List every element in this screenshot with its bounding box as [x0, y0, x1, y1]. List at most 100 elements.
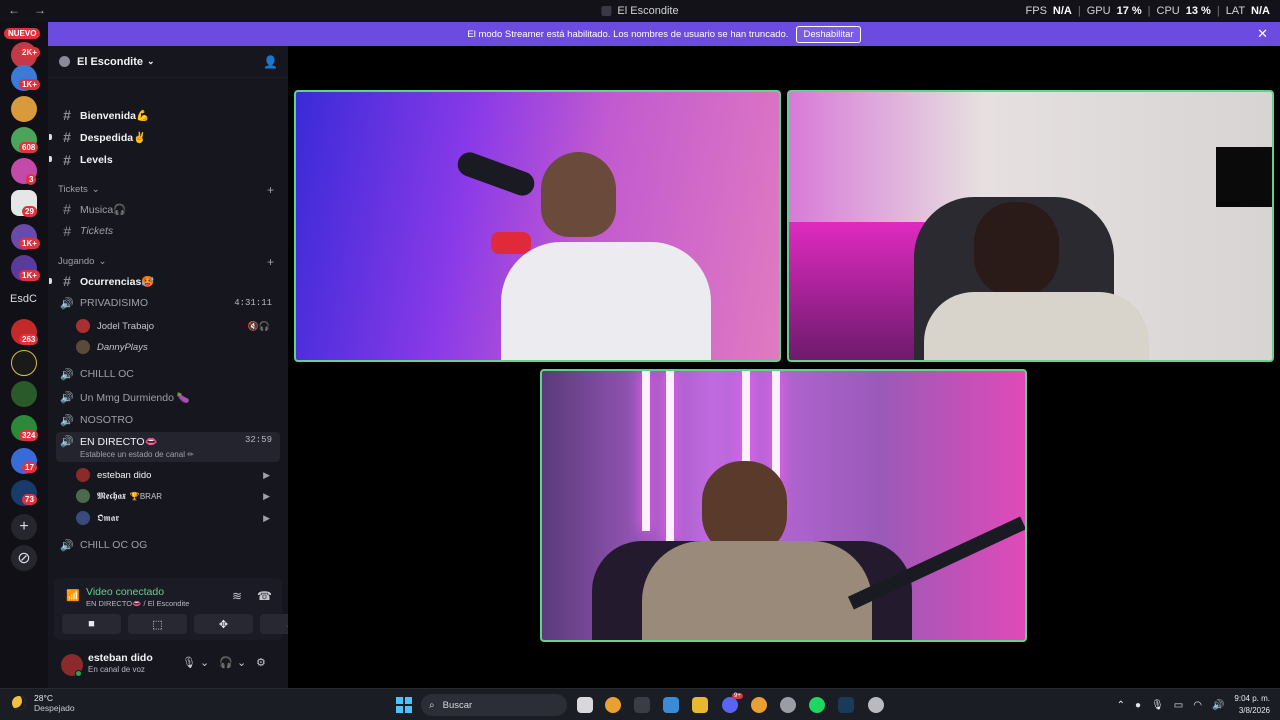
discord-icon[interactable]	[722, 697, 738, 713]
cup-shape	[491, 232, 531, 254]
disable-button[interactable]: Deshabilitar	[796, 25, 861, 43]
channel-status-prompt[interactable]: Establece un estado de canal ✏	[80, 450, 194, 459]
add-channel-icon[interactable]: +	[267, 183, 274, 197]
channel-name: PRIVADISIMO	[80, 297, 149, 309]
channel-tickets[interactable]: # Tickets	[56, 220, 280, 242]
chevron-up-icon[interactable]: ⌃	[1117, 700, 1125, 711]
clock-time: 9:04 p. m.	[1234, 694, 1270, 703]
close-icon[interactable]: ✕	[1257, 26, 1268, 42]
user-tag: 🏆BRAR	[129, 491, 163, 501]
lat-label: LAT	[1225, 5, 1246, 17]
disconnect-icon[interactable]: ☎	[257, 589, 272, 603]
voice-channel-chilll-oc[interactable]: 🔊 CHILLL OC	[56, 363, 280, 385]
channel-name: Un Mmg Durmiendo 🍆	[80, 391, 190, 404]
voice-connection-panel: 📶 Video conectado EN DIRECTO👄 / El Escon…	[54, 578, 319, 640]
discover-icon[interactable]: ⊘	[11, 545, 37, 571]
signal-icon[interactable]: 📶	[66, 589, 80, 602]
voice-channel-privadisimo[interactable]: 🔊 PRIVADISIMO 4:31:11	[56, 292, 280, 314]
voice-user-name: 𝕺𝖒𝖆𝖗	[97, 512, 120, 524]
voice-channel-nosotro[interactable]: 🔊 NOSOTRO	[56, 409, 280, 431]
app-icon[interactable]	[868, 697, 884, 713]
category-jugando[interactable]: Jugando ⌄ +	[58, 255, 278, 269]
microphone-icon[interactable]: 🎙	[1151, 700, 1164, 711]
discord-badge: 9+	[732, 693, 743, 699]
avatar	[76, 511, 90, 525]
speaker-icon: 🔊	[60, 436, 74, 448]
settings-gear-icon[interactable]: ⚙	[256, 656, 266, 669]
server-icon-10[interactable]	[11, 350, 37, 376]
voice-user-name: esteban dido	[97, 469, 152, 481]
weather-widget[interactable]: 28°C Despejado	[12, 693, 75, 713]
voice-channel-en-directo[interactable]: 🔊 EN DIRECTO👄 32:59 Establece un estado …	[56, 432, 280, 462]
microphone-icon[interactable]: 🎙	[182, 656, 196, 669]
server-icon-3[interactable]	[11, 96, 37, 122]
chevron-down-icon[interactable]: ⌄	[237, 656, 246, 669]
server-header[interactable]: El Escondite ⌄ 👤	[48, 46, 288, 78]
channel-despedida[interactable]: # Despedida✌️	[56, 126, 280, 148]
search-box[interactable]: ⌕ Buscar	[421, 694, 567, 716]
headphones-icon[interactable]: 🎧	[219, 656, 233, 669]
person-head-shape	[974, 202, 1059, 297]
voice-channel-mmg[interactable]: 🔊 Un Mmg Durmiendo 🍆	[56, 386, 280, 408]
task-view-icon[interactable]	[577, 697, 593, 713]
screen-share-button[interactable]: ⬚	[128, 614, 187, 634]
voice-channel-chill-oc-og[interactable]: 🔊 CHILL OC OG	[56, 534, 280, 556]
add-channel-icon[interactable]: +	[267, 255, 274, 269]
app-icon[interactable]	[634, 697, 650, 713]
chrome-icon[interactable]	[751, 697, 767, 713]
category-tickets[interactable]: Tickets ⌄ +	[58, 183, 278, 197]
voice-user[interactable]: 𝕺𝖒𝖆𝖗 ▶	[76, 508, 280, 528]
moon-icon	[12, 696, 26, 710]
channel-name: CHILL OC OG	[80, 539, 148, 551]
mention-badge: 1K+	[19, 79, 40, 90]
chevron-down-icon[interactable]: ⌄	[200, 656, 209, 669]
voice-status-title[interactable]: Video conectado	[86, 586, 164, 598]
back-arrow-icon[interactable]: ←	[8, 3, 20, 17]
wifi-icon[interactable]: ◠	[1193, 700, 1202, 711]
voice-user[interactable]: 𝕸𝖊𝖈𝖍𝖆𝖝 🏆BRAR ▶	[76, 486, 280, 506]
volume-icon[interactable]: 🔊	[1212, 700, 1224, 711]
channel-ocurrencias[interactable]: # Ocurrencias🥵	[56, 270, 280, 292]
search-label: Buscar	[442, 699, 473, 711]
server-icon-11[interactable]	[11, 381, 37, 407]
display-icon[interactable]: ▭	[1174, 700, 1183, 711]
steam-icon[interactable]	[838, 697, 854, 713]
tray-app-icon[interactable]: ●	[1135, 700, 1141, 711]
mention-badge: 1K+	[19, 238, 40, 249]
window-title-group: El Escondite	[601, 5, 679, 17]
avatar	[76, 340, 90, 354]
user-panel: esteban dido En canal de voz 🎙 ⌄ 🎧 ⌄ ⚙	[48, 648, 288, 688]
channel-levels[interactable]: # Levels	[56, 149, 280, 171]
windows-start-icon[interactable]	[396, 697, 412, 713]
app-icon[interactable]	[663, 697, 679, 713]
channel-bienvenida[interactable]: # Bienvenida💪	[56, 104, 280, 126]
video-tile-2[interactable]	[787, 90, 1274, 362]
voice-user[interactable]: DannyPlays	[76, 337, 280, 357]
person-head-shape	[541, 152, 616, 237]
server-acronym-esdc[interactable]: EsdC	[10, 293, 37, 305]
forward-arrow-icon[interactable]: →	[34, 3, 46, 17]
file-explorer-icon[interactable]	[692, 697, 708, 713]
invite-people-icon[interactable]: 👤	[263, 55, 278, 69]
user-name[interactable]: esteban dido	[88, 652, 153, 664]
screen-share-icon: ⬚	[152, 618, 163, 631]
add-server-icon[interactable]: +	[11, 514, 37, 540]
chrome-icon[interactable]	[605, 697, 621, 713]
mention-badge: 73	[22, 494, 37, 505]
noise-suppression-icon[interactable]: ≋	[232, 589, 242, 603]
channel-musica[interactable]: # Musica🎧	[56, 198, 280, 220]
camera-button[interactable]: ■	[62, 614, 121, 634]
voice-user[interactable]: esteban dido ▶	[76, 465, 280, 485]
voice-user[interactable]: Jodel Trabajo 🔇🎧	[76, 316, 280, 336]
mention-badge: 29	[22, 206, 37, 217]
video-tile-3[interactable]	[540, 369, 1027, 642]
settings-icon[interactable]	[780, 697, 796, 713]
channel-name: Ocurrencias🥵	[80, 275, 155, 288]
activities-button[interactable]: ✥	[194, 614, 253, 634]
spotify-icon[interactable]	[809, 697, 825, 713]
channel-name: Levels	[80, 154, 113, 166]
video-tile-1[interactable]	[294, 90, 781, 362]
clock[interactable]: 9:04 p. m. 3/8/2026	[1234, 693, 1270, 717]
voice-status-location[interactable]: EN DIRECTO👄 / El Escondite	[86, 599, 189, 608]
microphone-shape	[454, 149, 538, 199]
